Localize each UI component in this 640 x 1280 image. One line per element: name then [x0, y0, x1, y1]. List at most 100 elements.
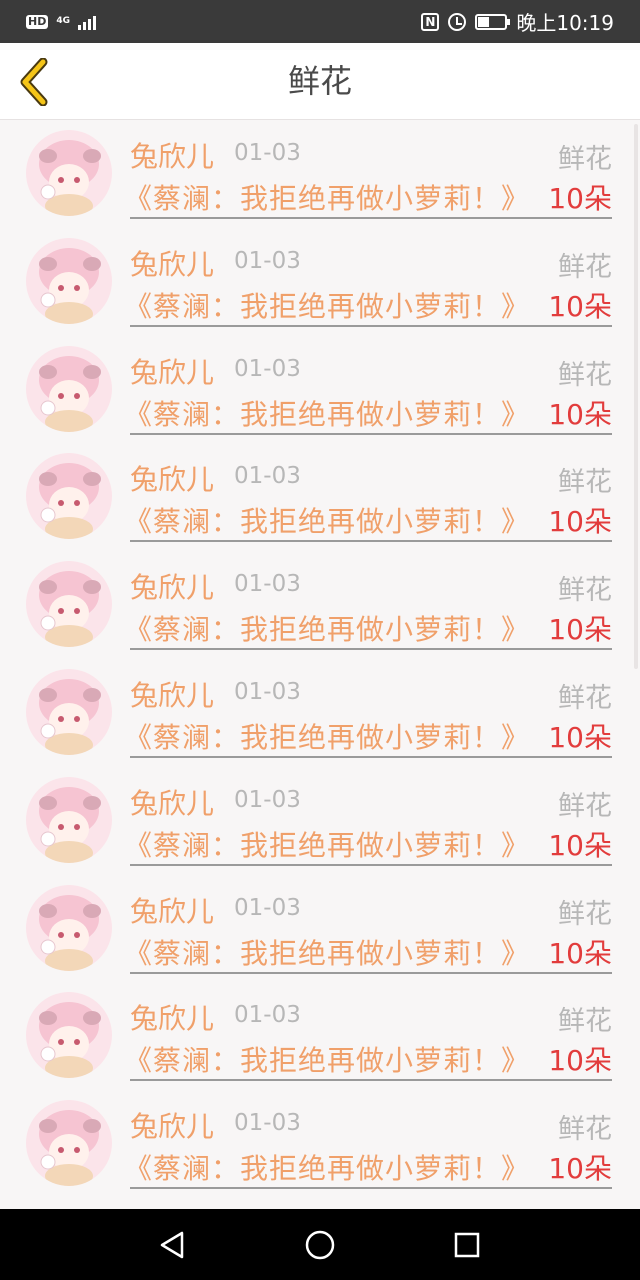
date: 01-03 — [234, 571, 301, 598]
list-item[interactable]: 兔欣儿 01-03 鲜花 《蔡澜：我拒绝再做小萝莉！》 10朵 — [0, 552, 640, 660]
list-item[interactable]: 兔欣儿 01-03 鲜花 《蔡澜：我拒绝再做小萝莉！》 10朵 — [0, 876, 640, 984]
gift-amount: 10朵 — [548, 1152, 612, 1186]
username[interactable]: 兔欣儿 — [130, 674, 214, 714]
username[interactable]: 兔欣儿 — [130, 566, 214, 606]
avatar[interactable] — [26, 1100, 112, 1187]
navigation-bar — [0, 1209, 640, 1280]
gift-type: 鲜花 — [558, 575, 612, 607]
nav-recent-button[interactable] — [442, 1220, 492, 1270]
status-bar: HD 4G N 晚上10:19 — [0, 0, 640, 43]
username[interactable]: 兔欣儿 — [130, 135, 214, 175]
nfc-icon: N — [421, 12, 440, 31]
row-content: 兔欣儿 01-03 鲜花 《蔡澜：我拒绝再做小萝莉！》 10朵 — [124, 983, 612, 1082]
avatar-image — [26, 237, 112, 324]
book-title[interactable]: 《蔡澜：我拒绝再做小萝莉！》 — [124, 393, 530, 433]
gift-list: 兔欣儿 01-03 鲜花 《蔡澜：我拒绝再做小萝莉！》 10朵 兔欣儿 01-0… — [0, 121, 640, 1199]
username[interactable]: 兔欣儿 — [130, 351, 214, 391]
avatar-image — [26, 453, 112, 540]
username[interactable]: 兔欣儿 — [130, 782, 214, 822]
avatar[interactable] — [26, 345, 112, 432]
row-content: 兔欣儿 01-03 鲜花 《蔡澜：我拒绝再做小萝莉！》 10朵 — [124, 660, 612, 758]
square-recent-icon — [454, 1232, 479, 1257]
list-item[interactable]: 兔欣儿 01-03 鲜花 《蔡澜：我拒绝再做小萝莉！》 10朵 — [0, 444, 640, 552]
list-item[interactable]: 兔欣儿 01-03 鲜花 《蔡澜：我拒绝再做小萝莉！》 10朵 — [0, 229, 640, 337]
avatar-image — [26, 668, 112, 755]
gift-type: 鲜花 — [558, 790, 612, 822]
avatar[interactable] — [26, 237, 112, 324]
list-item[interactable]: 兔欣儿 01-03 鲜花 《蔡澜：我拒绝再做小萝莉！》 10朵 — [0, 660, 640, 768]
battery-icon — [475, 13, 511, 30]
avatar-image — [26, 884, 112, 971]
scrollbar[interactable] — [634, 124, 638, 669]
page-title: 鲜花 — [287, 62, 352, 100]
avatar[interactable] — [26, 561, 112, 648]
avatar-image — [26, 345, 112, 432]
list-item[interactable]: 兔欣儿 01-03 鲜花 《蔡澜：我拒绝再做小萝莉！》 10朵 — [0, 1091, 640, 1199]
gift-type: 鲜花 — [558, 144, 612, 175]
date: 01-03 — [234, 1110, 301, 1137]
avatar[interactable] — [26, 884, 112, 971]
date: 01-03 — [234, 894, 301, 921]
book-title[interactable]: 《蔡澜：我拒绝再做小萝莉！》 — [124, 932, 530, 972]
book-title[interactable]: 《蔡澜：我拒绝再做小萝莉！》 — [124, 608, 530, 648]
row-content: 兔欣儿 01-03 鲜花 《蔡澜：我拒绝再做小萝莉！》 10朵 — [124, 229, 612, 327]
row-content: 兔欣儿 01-03 鲜花 《蔡澜：我拒绝再做小萝莉！》 10朵 — [124, 876, 612, 974]
gift-type: 鲜花 — [558, 1114, 612, 1146]
signal-icon — [78, 14, 96, 30]
list-item[interactable]: 兔欣儿 01-03 鲜花 《蔡澜：我拒绝再做小萝莉！》 10朵 — [0, 121, 640, 229]
date: 01-03 — [234, 678, 301, 705]
username[interactable]: 兔欣儿 — [130, 458, 214, 498]
list-item[interactable]: 兔欣儿 01-03 鲜花 《蔡澜：我拒绝再做小萝莉！》 10朵 — [0, 983, 640, 1091]
date: 01-03 — [234, 1002, 301, 1029]
gift-type: 鲜花 — [558, 467, 612, 499]
row-content: 兔欣儿 01-03 鲜花 《蔡澜：我拒绝再做小萝莉！》 10朵 — [124, 121, 612, 219]
book-title[interactable]: 《蔡澜：我拒绝再做小萝莉！》 — [124, 824, 530, 864]
network-type: 4G — [56, 17, 70, 26]
avatar-image — [26, 1100, 112, 1187]
book-title[interactable]: 《蔡澜：我拒绝再做小萝莉！》 — [124, 716, 530, 756]
row-content: 兔欣儿 01-03 鲜花 《蔡澜：我拒绝再做小萝莉！》 10朵 — [124, 1091, 612, 1190]
avatar[interactable] — [26, 992, 112, 1079]
triangle-back-icon — [161, 1231, 184, 1258]
avatar-image — [26, 776, 112, 863]
circle-home-icon — [305, 1230, 335, 1259]
book-title[interactable]: 《蔡澜：我拒绝再做小萝莉！》 — [124, 500, 530, 540]
avatar-image — [26, 561, 112, 648]
date: 01-03 — [234, 140, 301, 166]
nav-back-button[interactable] — [148, 1220, 198, 1270]
header: 鲜花 — [0, 43, 640, 120]
alarm-icon — [448, 12, 467, 31]
gift-amount: 10朵 — [548, 182, 612, 215]
gift-type: 鲜花 — [558, 898, 612, 930]
gift-amount: 10朵 — [548, 1044, 612, 1078]
avatar[interactable] — [26, 130, 112, 216]
gift-amount: 10朵 — [548, 397, 612, 431]
book-title[interactable]: 《蔡澜：我拒绝再做小萝莉！》 — [124, 1039, 530, 1079]
hd-badge: HD — [26, 14, 49, 29]
row-content: 兔欣儿 01-03 鲜花 《蔡澜：我拒绝再做小萝莉！》 10朵 — [124, 552, 612, 651]
book-title[interactable]: 《蔡澜：我拒绝再做小萝莉！》 — [124, 1147, 530, 1187]
row-content: 兔欣儿 01-03 鲜花 《蔡澜：我拒绝再做小萝莉！》 10朵 — [124, 337, 612, 435]
username[interactable]: 兔欣儿 — [130, 1105, 214, 1145]
date: 01-03 — [234, 463, 301, 490]
username[interactable]: 兔欣儿 — [130, 243, 214, 283]
avatar-image — [26, 992, 112, 1079]
book-title[interactable]: 《蔡澜：我拒绝再做小萝莉！》 — [124, 177, 530, 217]
list-item[interactable]: 兔欣儿 01-03 鲜花 《蔡澜：我拒绝再做小萝莉！》 10朵 — [0, 337, 640, 445]
list-item[interactable]: 兔欣儿 01-03 鲜花 《蔡澜：我拒绝再做小萝莉！》 10朵 — [0, 768, 640, 876]
gift-amount: 10朵 — [548, 828, 612, 862]
username[interactable]: 兔欣儿 — [130, 997, 214, 1037]
avatar[interactable] — [26, 668, 112, 755]
gift-type: 鲜花 — [558, 682, 612, 714]
date: 01-03 — [234, 355, 301, 382]
gift-type: 鲜花 — [558, 359, 612, 391]
gift-type: 鲜花 — [558, 251, 612, 283]
book-title[interactable]: 《蔡澜：我拒绝再做小萝莉！》 — [124, 285, 530, 325]
nav-home-button[interactable] — [295, 1220, 345, 1270]
username[interactable]: 兔欣儿 — [130, 890, 214, 930]
gift-amount: 10朵 — [548, 936, 612, 970]
avatar[interactable] — [26, 776, 112, 863]
gift-amount: 10朵 — [548, 505, 612, 539]
avatar[interactable] — [26, 453, 112, 540]
avatar-image — [26, 130, 112, 216]
